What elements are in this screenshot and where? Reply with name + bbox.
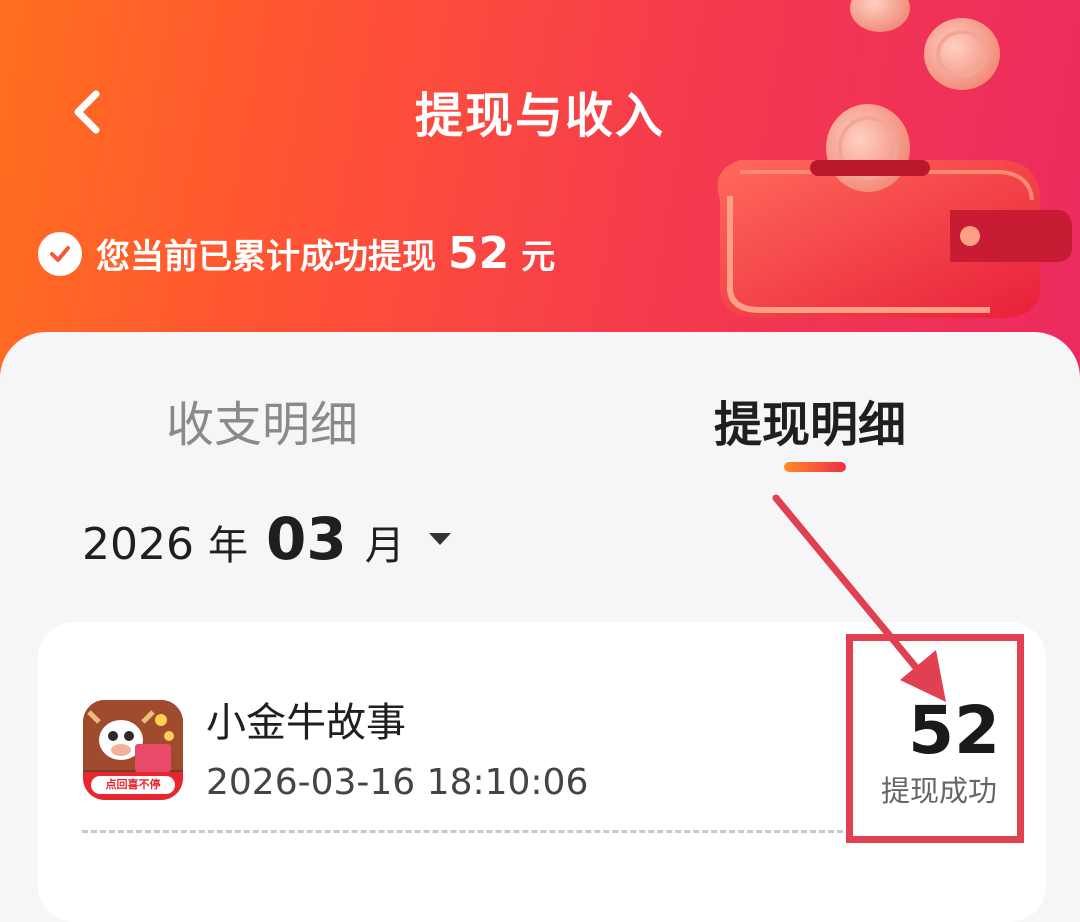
page-title: 提现与收入 bbox=[414, 88, 665, 144]
wallet-coins-illustration bbox=[717, 0, 1072, 318]
summary-text: 您当前已累计成功提现 bbox=[96, 237, 436, 277]
record-time: 2026-03-16 18:10:06 bbox=[206, 762, 589, 803]
withdraw-summary: 您当前已累计成功提现 52 元 bbox=[38, 228, 555, 279]
record-app-name: 小金牛故事 bbox=[206, 700, 406, 746]
caret-down-icon bbox=[428, 533, 451, 545]
picker-month: 03 bbox=[265, 505, 347, 573]
tab-withdraw-details[interactable]: 提现明细 bbox=[714, 385, 906, 455]
picker-year: 2026 bbox=[82, 519, 194, 570]
app-icon: 点回喜不停 bbox=[83, 700, 183, 800]
annotation-highlight-box bbox=[846, 634, 1024, 843]
summary-amount: 52 bbox=[448, 228, 510, 279]
active-tab-indicator bbox=[784, 462, 846, 472]
check-circle-icon bbox=[38, 231, 82, 276]
record-divider bbox=[82, 830, 852, 833]
app-icon-badge: 点回喜不停 bbox=[105, 778, 161, 791]
picker-month-unit: 月 bbox=[364, 523, 405, 569]
tab-income-details[interactable]: 收支明细 bbox=[166, 385, 358, 455]
summary-unit: 元 bbox=[521, 237, 556, 277]
picker-year-unit: 年 bbox=[207, 523, 248, 569]
month-picker[interactable]: 2026 年 03 月 bbox=[82, 505, 453, 573]
